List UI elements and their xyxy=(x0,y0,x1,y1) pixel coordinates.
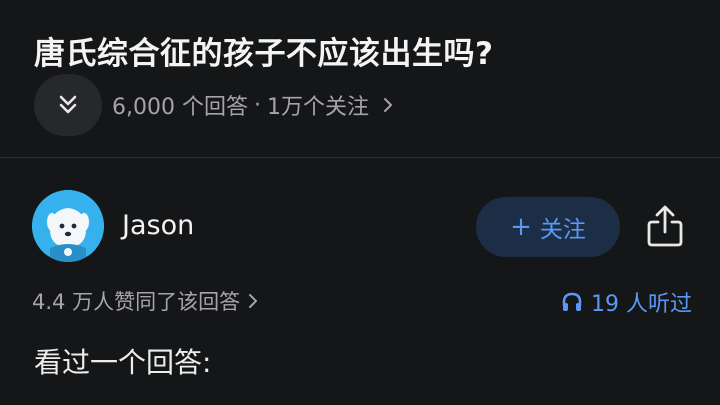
answer-stats-row: 4.4 万人赞同了该回答 19 人听过 xyxy=(32,286,692,318)
question-meta: 6,000 个回答 · 1万个关注 xyxy=(34,74,393,136)
avatar[interactable] xyxy=(32,190,104,262)
likes-link[interactable]: 4.4 万人赞同了该回答 xyxy=(32,286,258,316)
answer-page: 唐氏综合征的孩子不应该出生吗? 6,000 个回答 · 1万个关注 Jason … xyxy=(0,0,720,405)
author-row: Jason + 关注 xyxy=(32,190,692,264)
chevron-right-icon xyxy=(383,97,393,113)
double-chevron-down-icon xyxy=(59,95,77,114)
followers-count: 1万个关注 xyxy=(266,95,369,120)
follow-label: 关注 xyxy=(539,217,586,243)
answer-body: 看过一个回答: xyxy=(34,346,212,379)
share-button[interactable] xyxy=(644,204,686,248)
author-name[interactable]: Jason xyxy=(122,210,194,241)
divider xyxy=(0,157,720,158)
listened-count: 19 人听过 xyxy=(591,292,692,317)
plus-icon: + xyxy=(510,212,532,242)
collapse-button[interactable] xyxy=(34,74,102,136)
headphones-icon xyxy=(561,291,583,313)
listened-link[interactable]: 19 人听过 xyxy=(561,286,692,318)
follow-button[interactable]: + 关注 xyxy=(476,197,620,257)
question-title[interactable]: 唐氏综合征的孩子不应该出生吗? xyxy=(34,28,493,73)
chevron-right-icon xyxy=(248,293,258,309)
question-stats-link[interactable]: 6,000 个回答 · 1万个关注 xyxy=(112,89,393,121)
share-icon xyxy=(647,205,683,247)
likes-count: 4.4 万人赞同了该回答 xyxy=(32,290,241,314)
meta-separator: · xyxy=(253,92,261,118)
answers-count: 6,000 个回答 xyxy=(112,95,248,120)
